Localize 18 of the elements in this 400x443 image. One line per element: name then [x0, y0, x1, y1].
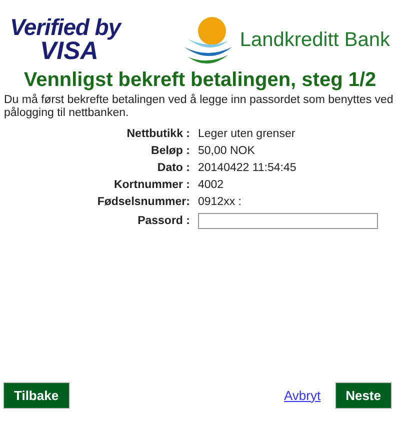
next-button[interactable]: Neste: [334, 382, 392, 409]
heading: Vennligst bekreft betalingen, steg 1/2: [22, 68, 378, 93]
cancel-link[interactable]: Avbryt: [284, 386, 321, 406]
field-label: Passord :: [136, 214, 190, 228]
field-value: 4002: [198, 179, 225, 192]
back-button[interactable]: Tilbake: [3, 382, 70, 409]
field-label: Nettbutikk :: [126, 128, 190, 141]
field-label: Kortnummer :: [112, 179, 190, 192]
field-value: 50,00 NOK: [198, 145, 256, 158]
field-value: 20140422 11:54:45: [198, 162, 298, 175]
field-label: Fødselsnummer:: [96, 196, 190, 209]
field-value: 0912xx :: [198, 196, 242, 209]
field-label: Dato :: [156, 162, 190, 175]
bank-name: Landkreditt Bank: [240, 28, 390, 53]
field-value: Leger uten grenser: [198, 128, 296, 141]
intro-text: Du må først bekrefte betalingen ved å legge inn passordet som benyttes ved pålogging til nettbanken.: [3, 94, 394, 120]
visa-logo: Verified by VISA: [10, 16, 123, 64]
field-label: Beløp :: [150, 145, 190, 158]
